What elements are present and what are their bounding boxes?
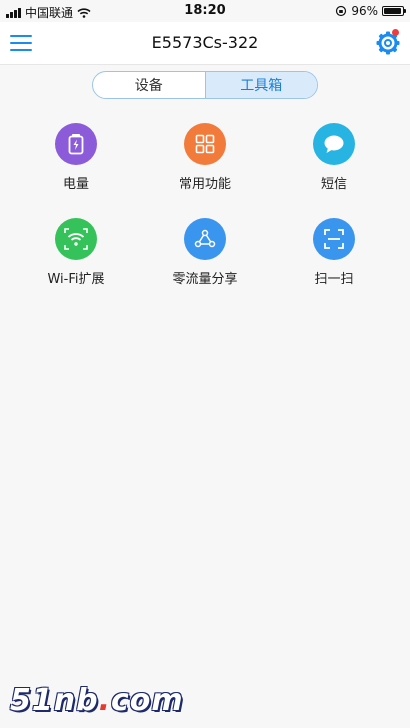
battery-percent: 96% [351,4,378,18]
tool-sms[interactable]: 短信 [284,123,384,203]
grid-icon [195,134,215,154]
tool-battery[interactable]: 电量 [26,123,126,203]
tool-scan[interactable]: 扫一扫 [284,218,384,298]
tool-zero-traffic-share[interactable]: 零流量分享 [155,218,255,298]
message-icon [324,135,344,153]
tool-zero-traffic-share-label: 零流量分享 [172,272,238,287]
page-title: E5573Cs-322 [151,33,259,52]
tool-common-functions[interactable]: 常用功能 [155,123,255,203]
tool-wifi-extend[interactable]: Wi-Fi扩展 [26,218,126,298]
tool-sms-label: 短信 [320,177,347,192]
share-icon [194,229,216,248]
tab-toolbox[interactable]: 工具箱 [204,72,317,98]
tool-wifi-extend-label: Wi-Fi扩展 [47,272,105,287]
notification-dot [392,29,399,36]
tool-common-functions-circle [184,123,226,165]
tab-device[interactable]: 设备 [93,72,205,98]
tool-common-functions-label: 常用功能 [178,177,231,192]
watermark-left: 51nb [10,683,99,718]
watermark-right: com [111,683,184,718]
battery-icon [68,134,84,155]
battery-indicator-icon [382,6,406,16]
settings-button[interactable] [374,29,402,57]
tool-battery-circle [55,123,97,165]
tool-scan-circle [313,218,355,260]
tool-battery-label: 电量 [62,177,89,192]
tool-sms-circle [313,123,355,165]
segmented-tabs: 设备 工具箱 [92,71,318,99]
watermark-logo: 51nb.com [10,683,184,718]
orientation-lock-icon [336,5,347,17]
watermark-dot: . [98,683,111,718]
tool-zero-traffic-share-circle [184,218,226,260]
wifi-extend-icon [64,228,88,250]
status-bar: 中国联通 18:20 96% [0,0,410,22]
tool-scan-label: 扫一扫 [314,272,354,287]
app-header: E5573Cs-322 [0,22,410,65]
status-right: 96% [335,4,406,18]
scan-icon [324,229,344,249]
tool-wifi-extend-circle [55,218,97,260]
